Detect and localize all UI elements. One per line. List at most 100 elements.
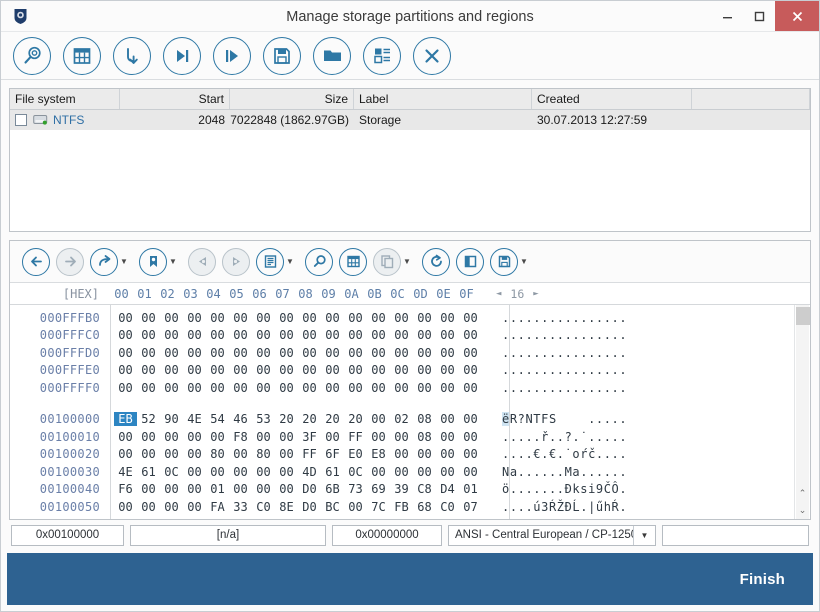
hex-ascii[interactable]: Na......Ma...... xyxy=(502,465,627,479)
hex-ascii[interactable]: ................ xyxy=(502,311,627,325)
hex-editor-panel: ▼ ▼ ▼ ▼ ▼ [HEX] 00 01 02 03 04 05 06 07 … xyxy=(9,240,811,520)
chevron-down-icon[interactable]: ▼ xyxy=(167,257,179,266)
hex-ascii[interactable]: ....ú3ŔŽĐĹ.|űhŔ. xyxy=(502,500,627,514)
hex-bytes[interactable]: F6 00 00 00 01 00 00 00 D0 6B 73 69 39 C8 D4 01 xyxy=(110,482,482,496)
hex-ascii[interactable]: .....ř..?.˙..... xyxy=(502,430,627,444)
hex-row[interactable]: 000FFFE0 00 00 00 00 00 00 00 00 00 00 00 00 00 00 00 0… xyxy=(10,362,794,380)
hex-block-gap xyxy=(10,397,794,411)
row-checkbox[interactable] xyxy=(15,114,27,126)
hex-row[interactable]: 000FFFD0 00 00 00 00 00 00 00 00 00 00 00 00 00 00 00 0… xyxy=(10,344,794,362)
cell-created: 30.07.2013 12:27:59 xyxy=(537,113,648,127)
open-folder-icon[interactable] xyxy=(313,36,351,75)
bookmark-icon[interactable] xyxy=(139,247,167,276)
window-controls xyxy=(711,1,819,31)
hex-row[interactable]: 00100030 4E 61 0C 00 00 00 00 00 4D 61 0C 00 00 00 00 0… xyxy=(10,463,794,481)
scroll-down-button[interactable]: ⌄ xyxy=(796,502,809,519)
split-view-icon[interactable] xyxy=(456,247,484,276)
finish-button[interactable]: Finish xyxy=(740,571,785,588)
hex-bytes[interactable]: 00 00 00 00 00 F8 00 00 3F 00 FF 00 00 08 00 00 xyxy=(110,430,482,444)
maximize-button[interactable] xyxy=(743,1,775,31)
bytes-per-row-nav: ◄ 16 ► xyxy=(496,287,539,301)
column-header-created[interactable]: Created xyxy=(532,89,692,109)
search-magnifier-icon[interactable] xyxy=(305,247,333,276)
encoding-select[interactable]: ANSI - Central European / CP-1250 ▼ xyxy=(448,524,656,546)
list-lines-icon[interactable] xyxy=(256,247,284,276)
hex-ascii[interactable]: ................ xyxy=(502,363,627,377)
bytes-per-row-value: 16 xyxy=(510,286,525,301)
hex-ascii[interactable]: ö.......Đksi9ČÔ. xyxy=(502,482,627,496)
back-arrow-icon[interactable] xyxy=(22,247,50,276)
hex-ascii-divider xyxy=(509,305,510,519)
hex-offset: 000FFFB0 xyxy=(39,310,100,325)
chevron-down-icon[interactable]: ▼ xyxy=(284,257,296,266)
hex-body[interactable]: 000FFFB0 00 00 00 00 00 00 00 00 00 00 00 00 00 00 00 0… xyxy=(10,305,810,519)
close-x-icon[interactable] xyxy=(413,36,451,75)
hex-col-01: 01 xyxy=(137,286,152,301)
hex-offset: 000FFFD0 xyxy=(39,345,100,360)
hex-row[interactable]: 00100040 F6 00 00 00 01 00 00 00 D0 6B 73 69 39 C8 D4 0… xyxy=(10,481,794,499)
hex-bytes[interactable]: 00 00 00 00 80 00 80 00 FF 6F E0 E8 00 00 00 00 xyxy=(110,447,482,461)
table-row[interactable]: NTFS 2048 3907022848 (1862.97GB) Storage… xyxy=(10,110,810,130)
copy-pages-icon xyxy=(373,247,401,276)
selection-field[interactable]: [n/a] xyxy=(130,524,326,546)
hex-bytes[interactable]: 00 00 00 00 00 00 00 00 00 00 00 00 00 00 00 00 xyxy=(110,346,482,360)
play-start-icon[interactable] xyxy=(213,36,251,75)
hex-offset: 00100040 xyxy=(39,482,100,497)
hex-col-03: 03 xyxy=(183,286,198,301)
scrollbar-thumb[interactable] xyxy=(796,307,810,325)
table-header-row: File system Start Size Label Created xyxy=(10,89,810,110)
scrollbar-track[interactable] xyxy=(796,305,809,485)
hex-offset: 000FFFE0 xyxy=(39,363,100,378)
list-select-icon[interactable] xyxy=(363,36,401,75)
column-header-start[interactable]: Start xyxy=(120,89,230,109)
scan-search-icon[interactable] xyxy=(13,36,51,75)
hex-vertical-scrollbar[interactable]: ⌃ ⌄ xyxy=(794,305,810,519)
save-floppy-icon[interactable] xyxy=(263,36,301,75)
grid-table-icon[interactable] xyxy=(339,247,367,276)
extra-field[interactable] xyxy=(662,524,809,546)
chevron-down-icon[interactable]: ▼ xyxy=(633,525,655,545)
hex-byte-selected: EB xyxy=(114,412,137,427)
hex-row[interactable]: 000FFFC0 00 00 00 00 00 00 00 00 00 00 00 00 00 00 00 0… xyxy=(10,327,794,345)
column-header-size[interactable]: Size xyxy=(230,89,354,109)
hex-ascii[interactable]: ................ xyxy=(502,346,627,360)
hex-ascii[interactable]: ....€.€.˙oŕč.... xyxy=(502,447,627,461)
address-field[interactable]: 0x00000000 xyxy=(332,524,442,546)
hex-row[interactable]: 00100010 00 00 00 00 00 F8 00 00 3F 00 FF 00 00 08 00 0… xyxy=(10,428,794,446)
bytes-per-row-next-icon[interactable]: ► xyxy=(533,289,538,299)
hex-row[interactable]: 00100050 00 00 00 00 FA 33 C0 8E D0 BC 00 7C FB 68 C0 0… xyxy=(10,498,794,516)
minimize-button[interactable] xyxy=(711,1,743,31)
chevron-down-icon[interactable]: ▼ xyxy=(118,257,130,266)
hex-row[interactable]: 00100000 EB 52 90 4E 54 46 53 20 20 20 20 00 02 08 00 0… xyxy=(10,411,794,429)
hex-row[interactable]: 000FFFB0 00 00 00 00 00 00 00 00 00 00 00 00 00 00 00 0… xyxy=(10,309,794,327)
column-header-file-system[interactable]: File system xyxy=(10,89,120,109)
scroll-up-button[interactable]: ⌃ xyxy=(796,485,809,502)
table-grid-icon[interactable] xyxy=(63,36,101,75)
goto-arrow-icon[interactable] xyxy=(90,247,118,276)
chevron-down-icon[interactable]: ▼ xyxy=(518,257,530,266)
column-header-label[interactable]: Label xyxy=(354,89,532,109)
hex-ascii[interactable]: ëR?NTFS ..... xyxy=(502,412,627,427)
cell-file-system[interactable]: NTFS xyxy=(10,110,120,130)
chevron-down-icon[interactable]: ▼ xyxy=(401,257,413,266)
hex-bytes[interactable]: 00 00 00 00 FA 33 C0 8E D0 BC 00 7C FB 68 C0 07 xyxy=(110,500,482,514)
hex-bytes[interactable]: 00 00 00 00 00 00 00 00 00 00 00 00 00 00 00 00 xyxy=(110,381,482,395)
offset-field[interactable]: 0x00100000 xyxy=(11,524,124,546)
hex-bytes[interactable]: 00 00 00 00 00 00 00 00 00 00 00 00 00 00 00 00 xyxy=(110,328,482,342)
skip-to-end-icon[interactable] xyxy=(163,36,201,75)
hex-ascii[interactable]: ................ xyxy=(502,381,627,395)
hex-ascii[interactable]: ................ xyxy=(502,328,627,342)
drive-icon xyxy=(33,114,48,126)
hex-bytes[interactable]: EB 52 90 4E 54 46 53 20 20 20 20 00 02 08 00 00 xyxy=(110,412,482,427)
close-button[interactable] xyxy=(775,1,819,31)
save-floppy-icon[interactable] xyxy=(490,247,518,276)
arrow-down-hook-icon[interactable] xyxy=(113,36,151,75)
bytes-per-row-prev-icon[interactable]: ◄ xyxy=(496,289,501,299)
hex-bytes[interactable]: 00 00 00 00 00 00 00 00 00 00 00 00 00 00 00 00 xyxy=(110,363,482,377)
hex-rows[interactable]: 000FFFB0 00 00 00 00 00 00 00 00 00 00 00 00 00 00 00 0… xyxy=(10,305,794,519)
refresh-icon[interactable] xyxy=(422,247,450,276)
hex-bytes[interactable]: 4E 61 0C 00 00 00 00 00 4D 61 0C 00 00 00 00 00 xyxy=(110,465,482,479)
hex-bytes[interactable]: 00 00 00 00 00 00 00 00 00 00 00 00 00 00 00 00 xyxy=(110,311,482,325)
hex-row[interactable]: 000FFFF0 00 00 00 00 00 00 00 00 00 00 00 00 00 00 00 0… xyxy=(10,379,794,397)
hex-row[interactable]: 00100020 00 00 00 00 80 00 80 00 FF 6F E0 E8 00 00 00 0… xyxy=(10,446,794,464)
